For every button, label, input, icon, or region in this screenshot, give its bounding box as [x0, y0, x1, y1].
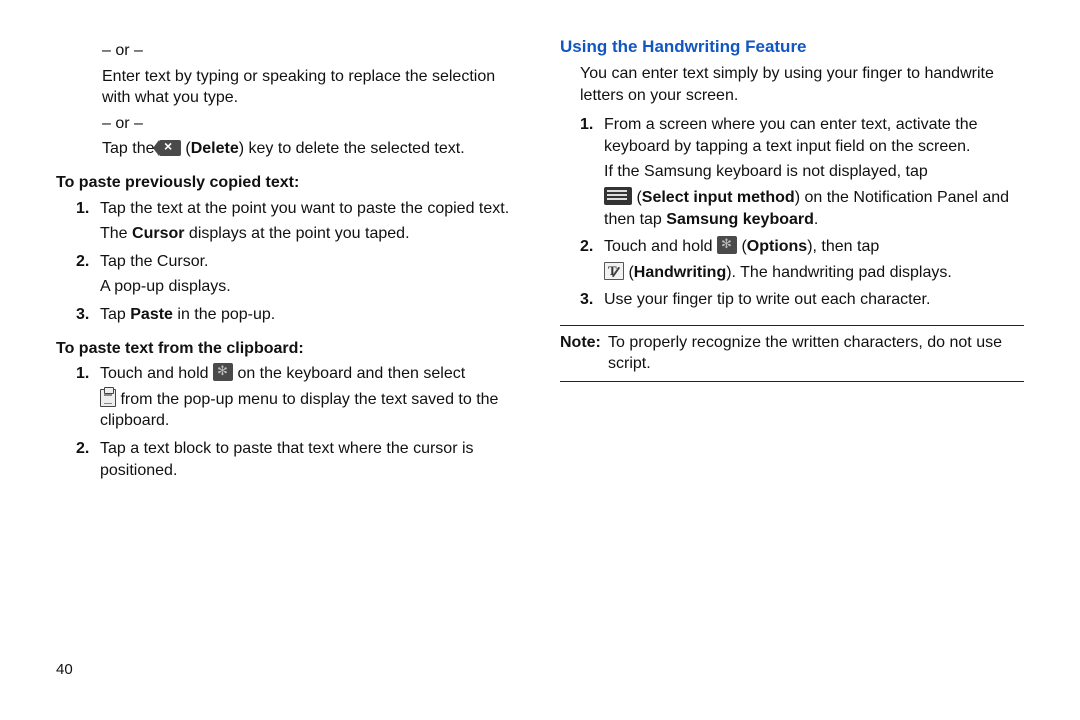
text: A pop-up displays. — [100, 276, 520, 298]
step-number: 1. — [580, 114, 604, 230]
clipboard-icon — [100, 389, 116, 407]
text: The — [100, 225, 132, 242]
text: ), then tap — [807, 238, 879, 255]
page-number: 40 — [56, 660, 73, 680]
select-input-method-label: Select input method — [642, 189, 795, 206]
text: displays at the point you taped. — [184, 225, 409, 242]
note-text: To properly recognize the written charac… — [608, 332, 1024, 375]
paste-clipboard-heading: To paste text from the clipboard: — [56, 338, 520, 360]
or-separator: – or – — [102, 113, 520, 135]
delete-key-icon — [159, 140, 181, 156]
step-number: 2. — [76, 438, 100, 481]
handwriting-label: Handwriting — [634, 264, 726, 281]
handwriting-section-title: Using the Handwriting Feature — [560, 36, 1024, 59]
text: on the keyboard and then select — [237, 365, 465, 382]
enter-text-paragraph: Enter text by typing or speaking to repl… — [102, 66, 520, 109]
text: If the Samsung keyboard is not displayed… — [604, 163, 928, 180]
text: from the pop-up menu to display the text… — [100, 391, 498, 430]
samsung-keyboard-label: Samsung keyboard — [666, 211, 814, 228]
step-number: 2. — [76, 251, 100, 298]
step-number: 3. — [76, 304, 100, 326]
list-item: 2. Tap the Cursor. A pop-up displays. — [76, 251, 520, 298]
list-item: 2. Touch and hold (Options), then tap (H… — [580, 236, 1024, 283]
text: Tap a text block to paste that text wher… — [100, 438, 520, 481]
text: Tap the Cursor. — [100, 253, 209, 270]
manual-page: – or – Enter text by typing or speaking … — [0, 0, 1080, 720]
options-key-icon — [717, 236, 737, 254]
text: ). The handwriting pad displays. — [726, 264, 952, 281]
options-label: Options — [747, 238, 807, 255]
note-label: Note: — [560, 332, 608, 375]
delete-instruction: Tap the (Delete) key to delete the selec… — [102, 138, 520, 160]
left-column: – or – Enter text by typing or speaking … — [56, 36, 520, 487]
right-column: Using the Handwriting Feature You can en… — [560, 36, 1024, 487]
step-number: 3. — [580, 289, 604, 311]
handwriting-icon — [604, 262, 624, 280]
list-item: 1. Touch and hold on the keyboard and th… — [76, 363, 520, 432]
note-divider-bottom — [560, 381, 1024, 382]
list-item: 3. Use your finger tip to write out each… — [580, 289, 1024, 311]
text: ) key to delete the selected text. — [239, 140, 465, 157]
cursor-label: Cursor — [132, 225, 184, 242]
step-number: 1. — [76, 363, 100, 432]
note-block: Note: To properly recognize the written … — [560, 332, 1024, 375]
text: Tap — [100, 306, 130, 323]
paste-prev-heading: To paste previously copied text: — [56, 172, 520, 194]
delete-label: Delete — [191, 140, 239, 157]
list-item: 2. Tap a text block to paste that text w… — [76, 438, 520, 481]
note-divider-top — [560, 325, 1024, 326]
text: in the pop-up. — [173, 306, 275, 323]
paste-label: Paste — [130, 306, 173, 323]
list-item: 1. Tap the text at the point you want to… — [76, 198, 520, 245]
text: . — [814, 211, 818, 228]
handwriting-intro: You can enter text simply by using your … — [580, 63, 1024, 106]
text: Use your finger tip to write out each ch… — [604, 289, 1024, 311]
keyboard-icon — [604, 187, 632, 205]
options-key-icon — [213, 363, 233, 381]
text: Tap the text at the point you want to pa… — [100, 200, 509, 217]
list-item: 3. Tap Paste in the pop-up. — [76, 304, 520, 326]
text: Touch and hold — [100, 365, 213, 382]
list-item: 1. From a screen where you can enter tex… — [580, 114, 1024, 230]
text: Touch and hold — [604, 238, 717, 255]
or-separator: – or – — [102, 40, 520, 62]
text: Tap the — [102, 140, 159, 157]
step-number: 2. — [580, 236, 604, 283]
text: From a screen where you can enter text, … — [604, 116, 978, 155]
step-number: 1. — [76, 198, 100, 245]
